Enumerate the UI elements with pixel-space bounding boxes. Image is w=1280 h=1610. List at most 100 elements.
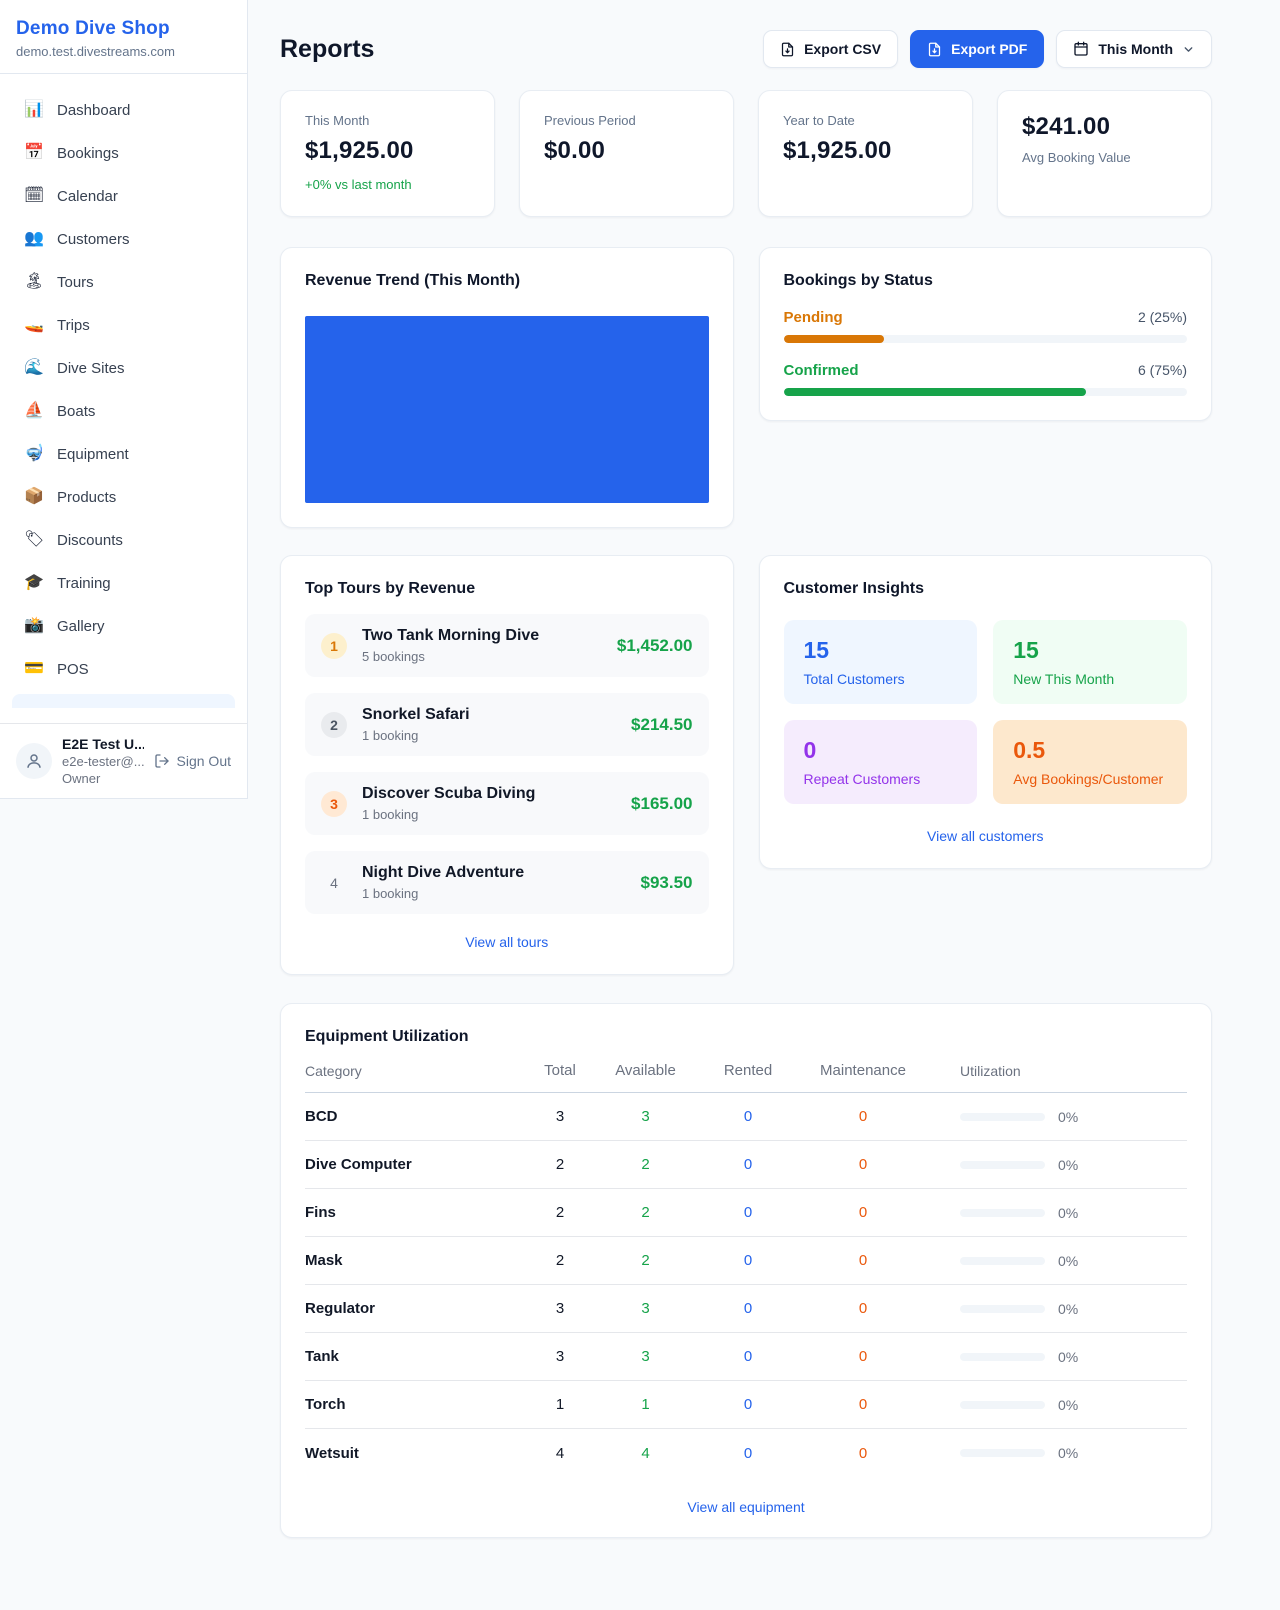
rank-badge: 4 bbox=[321, 870, 347, 896]
tour-bookings: 1 booking bbox=[362, 886, 629, 901]
dashboard-icon: 📊 bbox=[24, 100, 44, 120]
sidebar-item-equipment[interactable]: 🤿 Equipment bbox=[12, 436, 235, 472]
tour-list-item: 4 Night Dive Adventure 1 booking $93.50 bbox=[305, 851, 709, 914]
column-header-maintenance: Maintenance bbox=[798, 1062, 928, 1079]
package-icon: 📦 bbox=[24, 487, 44, 507]
diving-mask-icon: 🤿 bbox=[24, 444, 44, 464]
file-download-icon bbox=[780, 42, 795, 57]
status-row-pending: Pending 2 (25%) bbox=[784, 309, 1188, 343]
sidebar-item-boats[interactable]: ⛵ Boats bbox=[12, 393, 235, 429]
sidebar-item-tours[interactable]: 🏝 Tours bbox=[12, 264, 235, 300]
progress-bar-track bbox=[784, 388, 1188, 396]
equipment-maintenance: 0 bbox=[798, 1396, 928, 1413]
tour-name: Snorkel Safari bbox=[362, 706, 619, 724]
sidebar-item-trips[interactable]: 🚤 Trips bbox=[12, 307, 235, 343]
tag-icon: 🏷 bbox=[24, 530, 44, 550]
sidebar-item-label: POS bbox=[57, 661, 89, 678]
utilization-bar bbox=[960, 1449, 1045, 1457]
equipment-category: Regulator bbox=[305, 1300, 527, 1317]
avatar bbox=[16, 743, 52, 779]
view-all-customers-link[interactable]: View all customers bbox=[927, 828, 1043, 844]
page-header: Reports Export CSV Export PDF bbox=[280, 30, 1212, 68]
sidebar-item-dive-sites[interactable]: 🌊 Dive Sites bbox=[12, 350, 235, 386]
sidebar-user-panel: E2E Test U... e2e-tester@... Owner Sign … bbox=[0, 723, 247, 798]
progress-bar-track bbox=[784, 335, 1188, 343]
tile-value: 0.5 bbox=[1013, 737, 1167, 764]
export-csv-button[interactable]: Export CSV bbox=[763, 30, 898, 68]
equipment-category: Wetsuit bbox=[305, 1445, 527, 1462]
table-row: Regulator 3 3 0 0 0% bbox=[305, 1285, 1187, 1333]
utilization-bar bbox=[960, 1305, 1045, 1313]
equipment-rented: 0 bbox=[698, 1396, 798, 1413]
camera-icon: 📸 bbox=[24, 616, 44, 636]
sidebar-item-label: Calendar bbox=[57, 188, 118, 205]
rank-badge: 3 bbox=[321, 791, 347, 817]
equipment-utilization: 0% bbox=[928, 1349, 1187, 1365]
sidebar-item-label: Training bbox=[57, 575, 111, 592]
sidebar-item-bookings[interactable]: 📅 Bookings bbox=[12, 135, 235, 171]
sidebar-item-training[interactable]: 🎓 Training bbox=[12, 565, 235, 601]
period-label: This Month bbox=[1098, 41, 1173, 57]
view-all-equipment-link[interactable]: View all equipment bbox=[687, 1499, 804, 1515]
tour-bookings: 5 bookings bbox=[362, 649, 605, 664]
stat-cards: This Month $1,925.00 +0% vs last month P… bbox=[280, 90, 1212, 217]
period-dropdown[interactable]: This Month bbox=[1056, 30, 1212, 68]
column-header-rented: Rented bbox=[698, 1062, 798, 1079]
view-all-tours-link[interactable]: View all tours bbox=[465, 934, 548, 950]
tile-value: 0 bbox=[804, 737, 958, 764]
sidebar-item-gallery[interactable]: 📸 Gallery bbox=[12, 608, 235, 644]
equipment-available: 3 bbox=[593, 1300, 698, 1317]
tile-avg-bookings: 0.5 Avg Bookings/Customer bbox=[993, 720, 1187, 804]
equipment-maintenance: 0 bbox=[798, 1348, 928, 1365]
sidebar-item-calendar[interactable]: 🗓 Calendar bbox=[12, 178, 235, 214]
stat-value: $241.00 bbox=[1022, 113, 1187, 141]
revenue-trend-card: Revenue Trend (This Month) bbox=[280, 247, 734, 528]
equipment-maintenance: 0 bbox=[798, 1108, 928, 1125]
sign-out-button[interactable]: Sign Out bbox=[154, 753, 231, 769]
credit-card-icon: 💳 bbox=[24, 659, 44, 679]
utilization-bar bbox=[960, 1161, 1045, 1169]
equipment-available: 2 bbox=[593, 1204, 698, 1221]
sidebar-item-products[interactable]: 📦 Products bbox=[12, 479, 235, 515]
speedboat-icon: 🚤 bbox=[24, 315, 44, 335]
equipment-total: 2 bbox=[527, 1204, 593, 1221]
app-root: Demo Dive Shop demo.test.divestreams.com… bbox=[0, 0, 1280, 1610]
status-label: Confirmed bbox=[784, 362, 859, 379]
tour-name: Two Tank Morning Dive bbox=[362, 627, 605, 645]
tour-list-item: 2 Snorkel Safari 1 booking $214.50 bbox=[305, 693, 709, 756]
sign-out-label: Sign Out bbox=[177, 753, 231, 769]
column-header-total: Total bbox=[527, 1062, 593, 1079]
insights-row: Top Tours by Revenue 1 Two Tank Morning … bbox=[280, 555, 1212, 975]
chevron-down-icon bbox=[1182, 43, 1195, 56]
equipment-utilization: 0% bbox=[928, 1253, 1187, 1269]
logout-icon bbox=[154, 753, 170, 769]
equipment-utilization: 0% bbox=[928, 1397, 1187, 1413]
stat-label: Avg Booking Value bbox=[1022, 150, 1187, 165]
equipment-category: Tank bbox=[305, 1348, 527, 1365]
equipment-utilization: 0% bbox=[928, 1445, 1187, 1461]
sidebar-item-label: Dashboard bbox=[57, 102, 130, 119]
progress-bar-fill bbox=[784, 335, 885, 343]
status-row-confirmed: Confirmed 6 (75%) bbox=[784, 362, 1188, 396]
sidebar-item-dashboard[interactable]: 📊 Dashboard bbox=[12, 92, 235, 128]
equipment-total: 2 bbox=[527, 1156, 593, 1173]
tile-new-this-month: 15 New This Month bbox=[993, 620, 1187, 704]
equipment-maintenance: 0 bbox=[798, 1252, 928, 1269]
shop-name: Demo Dive Shop bbox=[16, 18, 231, 40]
equipment-rented: 0 bbox=[698, 1204, 798, 1221]
sidebar-nav: 📊 Dashboard 📅 Bookings 🗓 Calendar 👥 Cust… bbox=[0, 74, 247, 723]
export-pdf-button[interactable]: Export PDF bbox=[910, 30, 1044, 68]
sidebar-item-pos[interactable]: 💳 POS bbox=[12, 651, 235, 687]
equipment-category: Torch bbox=[305, 1396, 527, 1413]
sidebar-item-discounts[interactable]: 🏷 Discounts bbox=[12, 522, 235, 558]
utilization-bar bbox=[960, 1209, 1045, 1217]
top-tours-card: Top Tours by Revenue 1 Two Tank Morning … bbox=[280, 555, 734, 975]
sidebar-item-customers[interactable]: 👥 Customers bbox=[12, 221, 235, 257]
equipment-total: 3 bbox=[527, 1300, 593, 1317]
calendar-icon bbox=[1073, 41, 1089, 57]
user-info: E2E Test U... e2e-tester@... Owner bbox=[62, 736, 144, 786]
column-header-category: Category bbox=[305, 1063, 527, 1079]
sailboat-icon: ⛵ bbox=[24, 401, 44, 421]
sidebar-item-reports-partial[interactable] bbox=[12, 694, 235, 708]
stat-trend-note: +0% vs last month bbox=[305, 177, 470, 192]
